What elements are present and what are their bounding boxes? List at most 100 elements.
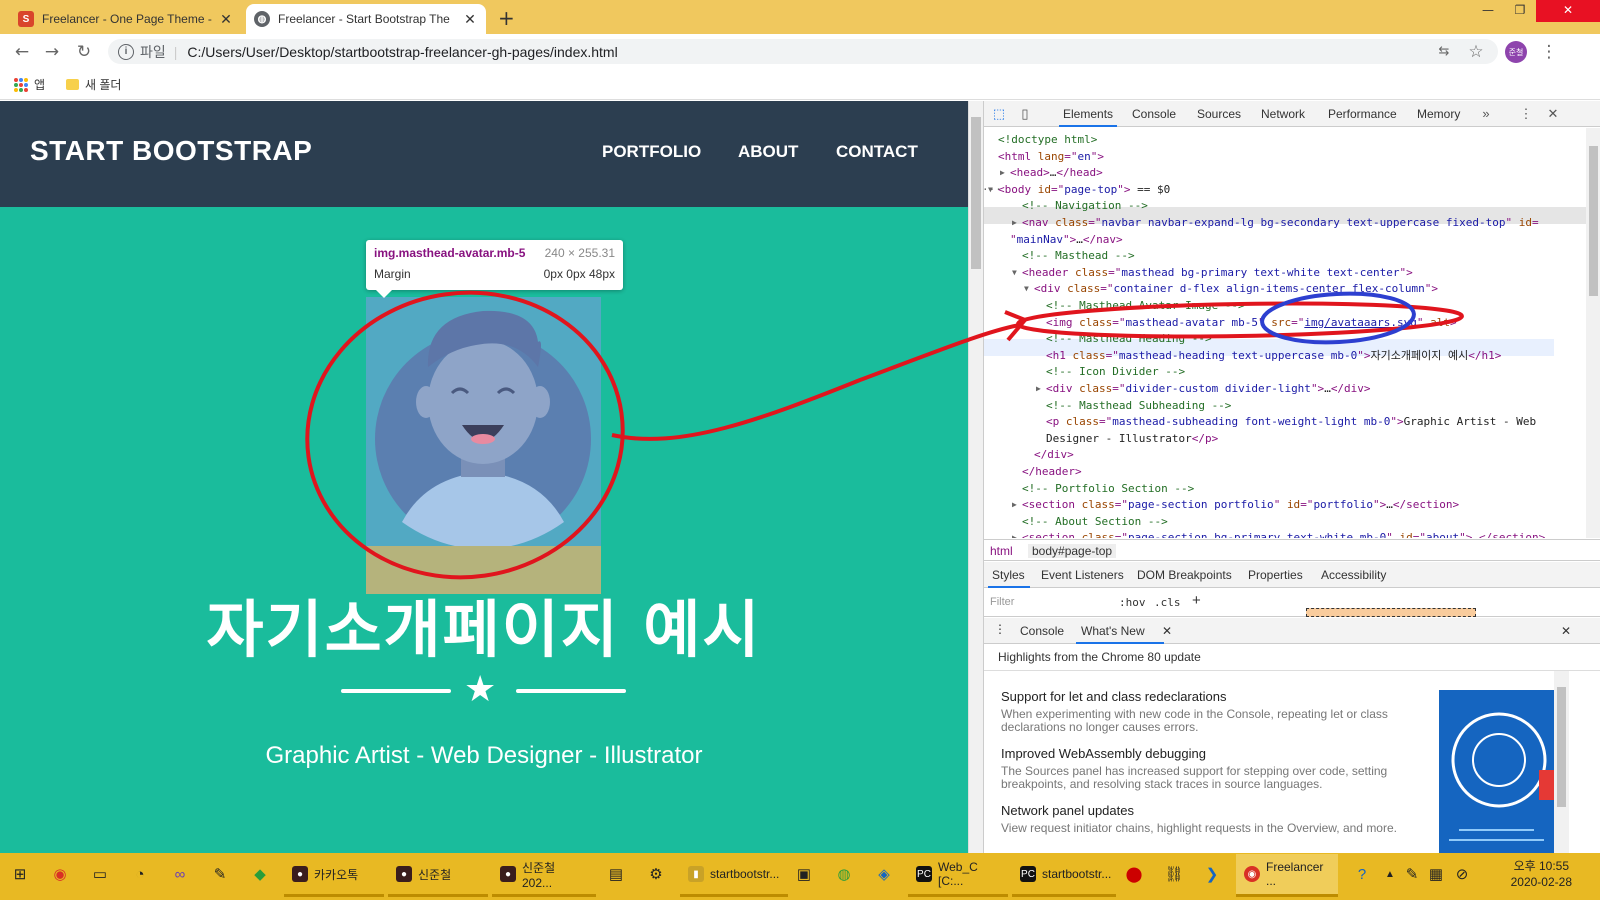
system-clock[interactable]: 오후 10:55 2020-02-28 — [1511, 858, 1572, 890]
python-icon[interactable]: ◈ — [872, 863, 896, 887]
collapse-arrow-icon[interactable]: ▼ — [988, 182, 993, 199]
discord-app-icon[interactable]: ◔ — [128, 863, 152, 887]
dom-line[interactable]: <!-- Masthead Avatar Image --> — [1046, 298, 1245, 315]
vscode-icon[interactable]: ❯ — [1200, 863, 1224, 887]
cls-toggle[interactable]: .cls — [1154, 596, 1181, 609]
tab-memory[interactable]: Memory — [1417, 107, 1460, 121]
expand-arrow-icon[interactable]: ▶ — [1036, 381, 1041, 398]
tray-chevron-icon[interactable]: ▲ — [1378, 863, 1402, 887]
drawer-tab-console[interactable]: Console — [1020, 624, 1064, 638]
browser-tab-2[interactable]: ◍ Freelancer - Start Bootstrap The ✕ — [246, 4, 486, 34]
scroll-thumb[interactable] — [1589, 146, 1598, 296]
dom-line[interactable]: </div> — [1034, 447, 1074, 464]
expand-arrow-icon[interactable]: ▶ — [1012, 215, 1017, 232]
taskbar-button-pycharm-1[interactable]: PC Web_C [C:... — [908, 854, 1008, 897]
dom-line[interactable]: "mainNav">…</nav> — [1010, 232, 1123, 249]
tab-sources[interactable]: Sources — [1197, 107, 1241, 121]
scroll-thumb[interactable] — [1557, 687, 1566, 807]
close-icon[interactable]: ✕ — [462, 11, 478, 28]
tab-network[interactable]: Network — [1261, 107, 1305, 121]
nav-about[interactable]: ABOUT — [738, 142, 798, 162]
close-icon[interactable]: ✕ — [218, 11, 234, 28]
folder-bookmark[interactable]: 새 폴더 — [66, 76, 121, 93]
pen-icon[interactable]: ✎ — [1400, 863, 1424, 887]
crumb-body[interactable]: body#page-top — [1028, 544, 1117, 558]
dom-line[interactable]: ▼ <div class="container d-flex align-item… — [1024, 281, 1438, 298]
network-icon[interactable]: ▦ — [1424, 863, 1448, 887]
tab-styles[interactable]: Styles — [992, 568, 1025, 582]
record-app-icon[interactable]: ⬤ — [1122, 863, 1146, 887]
dom-line[interactable]: </header> — [1022, 464, 1082, 481]
windows-start-icon[interactable]: ⊞ — [8, 863, 32, 887]
tab-accessibility[interactable]: Accessibility — [1321, 568, 1386, 582]
help-icon[interactable]: ? — [1350, 863, 1374, 887]
app-icon[interactable]: ⛓ — [1162, 863, 1186, 887]
collapse-arrow-icon[interactable]: ▼ — [1012, 265, 1017, 282]
dom-line[interactable]: <!-- About Section --> — [1022, 514, 1168, 531]
star-icon[interactable]: ☆ — [1464, 40, 1488, 64]
styles-filter-input[interactable]: Filter — [988, 593, 1108, 613]
more-tabs-icon[interactable]: » — [1477, 105, 1495, 123]
taskbar-button-pycharm-2[interactable]: PC startbootstr... — [1012, 854, 1116, 897]
device-toolbar-icon[interactable]: ▯ — [1016, 105, 1034, 123]
close-devtools-icon[interactable]: ✕ — [1544, 105, 1562, 123]
chrome-app-icon[interactable]: ◉ — [48, 863, 72, 887]
taskbar-button-chrome[interactable]: ◉ Freelancer ... — [1236, 854, 1338, 897]
hov-toggle[interactable]: :hov — [1119, 596, 1146, 609]
dom-line[interactable]: <img class="masthead-avatar mb-5" src="i… — [1046, 315, 1457, 332]
translate-icon[interactable]: ⇆ — [1432, 40, 1456, 64]
dom-line[interactable]: <!-- Masthead Heading --> — [1046, 331, 1212, 348]
app-icon[interactable]: ▣ — [792, 863, 816, 887]
drawer-menu-icon[interactable]: ⋮ — [994, 622, 1006, 636]
forward-icon[interactable]: → — [40, 40, 64, 64]
taskbar-button-chat-2[interactable]: ● 신준철 202... — [492, 854, 596, 897]
dom-scrollbar[interactable] — [1586, 128, 1600, 538]
dom-line[interactable]: ▶ <head>…</head> — [1000, 165, 1103, 182]
expand-arrow-icon[interactable]: ▶ — [1000, 165, 1005, 182]
dom-line[interactable]: <!-- Navigation --> — [1022, 198, 1148, 215]
nav-portfolio[interactable]: PORTFOLIO — [602, 142, 701, 162]
taskbar-button-chat-1[interactable]: ● 신준철 — [388, 854, 488, 897]
scroll-thumb[interactable] — [971, 117, 981, 269]
memo-app-icon[interactable]: ✎ — [208, 863, 232, 887]
whats-new-item[interactable]: Support for let and class redeclarations… — [1001, 689, 1421, 734]
steam-app-icon[interactable]: ⚙ — [644, 863, 668, 887]
app-icon[interactable]: ◍ — [832, 863, 856, 887]
volume-icon[interactable]: ⊘ — [1450, 863, 1474, 887]
address-bar[interactable]: i 파일 | C:/Users/User/Desktop/startbootst… — [108, 39, 1498, 64]
collapse-arrow-icon[interactable]: ▼ — [1024, 281, 1029, 298]
dom-line[interactable]: <p class="masthead-subheading font-weigh… — [1046, 414, 1536, 431]
close-window-button[interactable]: ✕ — [1536, 0, 1600, 22]
dom-line[interactable]: <!-- Icon Divider --> — [1046, 364, 1185, 381]
inspect-element-icon[interactable]: ⬚ — [990, 105, 1008, 123]
tab-properties[interactable]: Properties — [1248, 568, 1303, 582]
tab-performance[interactable]: Performance — [1328, 107, 1397, 121]
file-app-icon[interactable]: ▤ — [604, 863, 628, 887]
expand-arrow-icon[interactable]: ▶ — [1012, 530, 1017, 538]
dom-line[interactable]: <h1 class="masthead-heading text-upperca… — [1046, 348, 1501, 365]
apps-bookmark[interactable]: 앱 — [14, 76, 45, 93]
drawer-tab-whats-new[interactable]: What's New — [1081, 624, 1145, 638]
dom-line[interactable]: ▶ <nav class="navbar navbar-expand-lg bg-… — [1012, 215, 1539, 232]
dom-line[interactable]: <!doctype html> — [998, 132, 1097, 149]
tab-dom-breakpoints[interactable]: DOM Breakpoints — [1137, 568, 1232, 582]
whats-new-item[interactable]: Network panel updates View request initi… — [1001, 803, 1421, 835]
taskbar-button-kakaotalk[interactable]: ● 카카오톡 — [284, 854, 384, 897]
dom-tree[interactable]: <!doctype html> <html lang="en"> ▶ <head>…<… — [984, 128, 1586, 538]
page-scrollbar[interactable] — [968, 101, 983, 853]
dom-line[interactable]: <!-- Masthead --> — [1022, 248, 1135, 265]
dom-line[interactable]: ···▼<body id="page-top"> == $0 — [984, 182, 1170, 199]
tab-elements[interactable]: Elements — [1058, 107, 1118, 127]
shield-app-icon[interactable]: ◆ — [248, 863, 272, 887]
back-icon[interactable]: ← — [10, 40, 34, 64]
dom-line[interactable]: ▶ <section class="page-section bg-primary… — [1012, 530, 1545, 538]
notes-app-icon[interactable]: ▭ — [88, 863, 112, 887]
dom-line[interactable]: Designer - Illustrator</p> — [1046, 431, 1218, 448]
crumb-html[interactable]: html — [990, 544, 1013, 558]
add-rule-icon[interactable]: + — [1192, 592, 1201, 609]
dom-line[interactable]: <!-- Portfolio Section --> — [1022, 481, 1194, 498]
whats-new-scrollbar[interactable] — [1554, 671, 1569, 853]
tab-event-listeners[interactable]: Event Listeners — [1041, 568, 1124, 582]
profile-avatar[interactable]: 준철 — [1505, 41, 1527, 63]
brand-link[interactable]: START BOOTSTRAP — [30, 135, 312, 167]
